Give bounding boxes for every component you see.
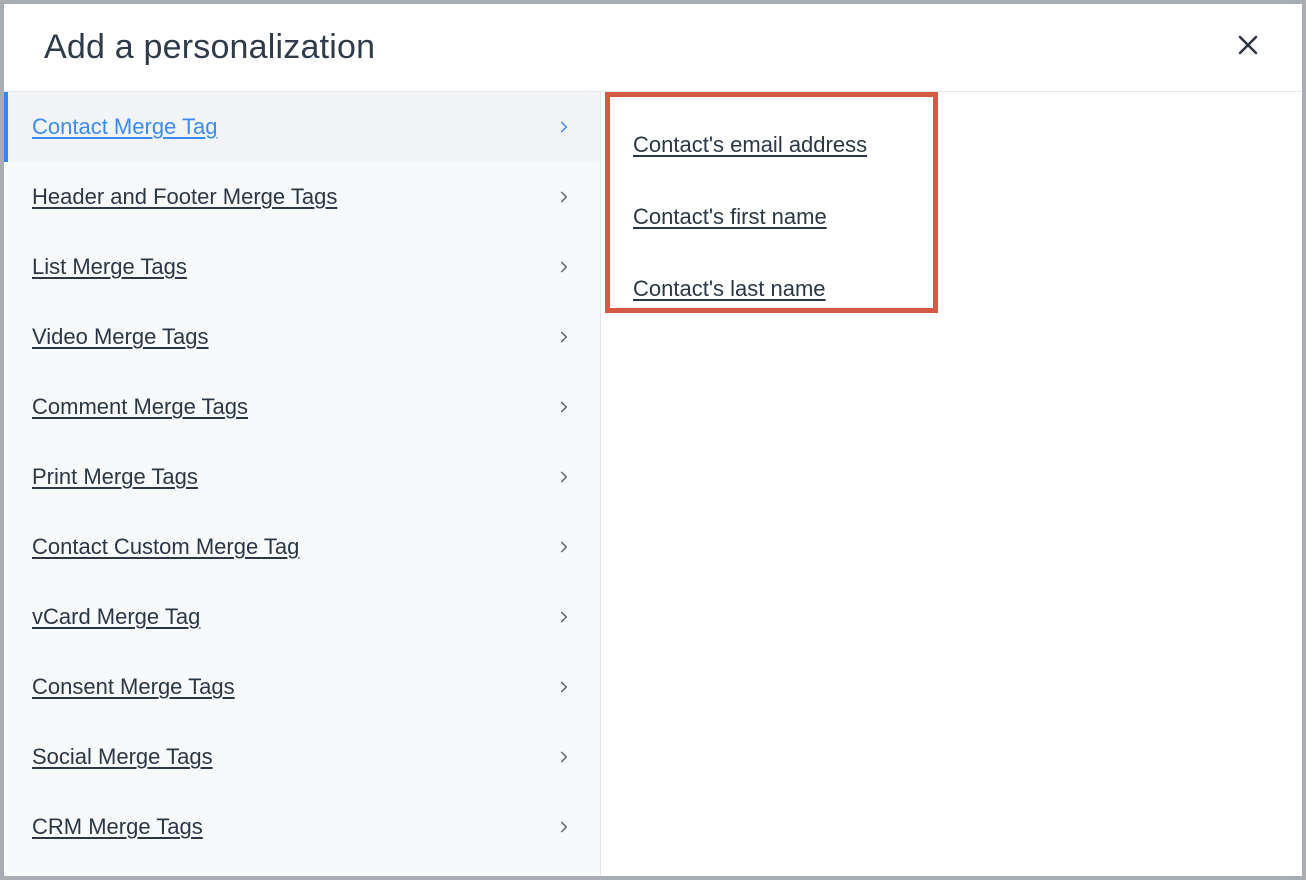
category-item[interactable]: Header and Footer Merge Tags [4, 162, 600, 232]
category-label: Contact Custom Merge Tag [32, 534, 299, 560]
options-panel: Contact's email address Contact's first n… [601, 92, 1302, 876]
category-label: vCard Merge Tag [32, 604, 200, 630]
category-item[interactable]: CRM Merge Tags [4, 792, 600, 862]
chevron-right-icon [554, 677, 574, 697]
category-label: Social Merge Tags [32, 744, 213, 770]
merge-tag-option[interactable]: Contact's first name [633, 188, 827, 246]
category-label: Video Merge Tags [32, 324, 209, 350]
close-button[interactable] [1230, 30, 1266, 66]
category-item[interactable]: List Merge Tags [4, 232, 600, 302]
close-icon [1236, 33, 1260, 62]
chevron-right-icon [554, 327, 574, 347]
chevron-right-icon [554, 397, 574, 417]
category-item[interactable]: Comment Merge Tags [4, 372, 600, 442]
category-item[interactable]: Social Merge Tags [4, 722, 600, 792]
dialog-header: Add a personalization [4, 4, 1302, 92]
chevron-right-icon [554, 817, 574, 837]
chevron-right-icon [554, 117, 574, 137]
dialog-title: Add a personalization [44, 28, 375, 67]
chevron-right-icon [554, 467, 574, 487]
chevron-right-icon [554, 187, 574, 207]
chevron-right-icon [554, 257, 574, 277]
category-panel: Contact Merge Tag Header and Footer Merge… [4, 92, 601, 876]
category-label: CRM Merge Tags [32, 814, 203, 840]
category-label: Header and Footer Merge Tags [32, 184, 337, 210]
option-list: Contact's email address Contact's first n… [625, 112, 1278, 318]
chevron-right-icon [554, 607, 574, 627]
category-label: Print Merge Tags [32, 464, 198, 490]
merge-tag-option[interactable]: Contact's last name [633, 260, 826, 318]
category-list: Contact Merge Tag Header and Footer Merge… [4, 92, 600, 862]
dialog-body: Contact Merge Tag Header and Footer Merge… [4, 92, 1302, 876]
category-label: List Merge Tags [32, 254, 187, 280]
category-item[interactable]: Print Merge Tags [4, 442, 600, 512]
category-item[interactable]: Consent Merge Tags [4, 652, 600, 722]
category-label: Consent Merge Tags [32, 674, 235, 700]
personalization-dialog: Add a personalization Contact Merge Tag H… [0, 0, 1306, 880]
category-item[interactable]: Contact Merge Tag [4, 92, 600, 162]
category-item[interactable]: Contact Custom Merge Tag [4, 512, 600, 582]
category-item[interactable]: Video Merge Tags [4, 302, 600, 372]
category-label: Comment Merge Tags [32, 394, 248, 420]
category-label: Contact Merge Tag [32, 114, 217, 140]
merge-tag-option[interactable]: Contact's email address [633, 116, 867, 174]
chevron-right-icon [554, 537, 574, 557]
category-item[interactable]: vCard Merge Tag [4, 582, 600, 652]
chevron-right-icon [554, 747, 574, 767]
